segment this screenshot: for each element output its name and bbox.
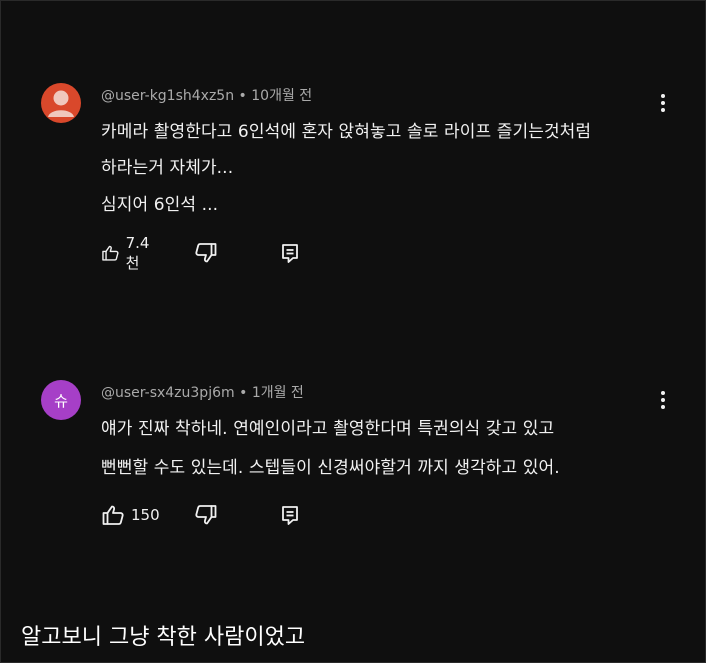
- like-count: 7.4천: [125, 233, 150, 272]
- like-button[interactable]: 150: [101, 501, 160, 529]
- commenter-avatar[interactable]: 슈: [41, 380, 81, 420]
- commenter-avatar[interactable]: [41, 83, 81, 123]
- more-vert-icon: [661, 391, 665, 409]
- comment-meta: @user-kg1sh4xz5n • 10개월 전: [101, 85, 312, 105]
- meta-separator: •: [238, 88, 247, 104]
- reply-icon: [282, 506, 298, 525]
- video-caption: 알고보니 그냥 착한 사람이었고: [21, 625, 306, 650]
- comment-menu-button[interactable]: [653, 388, 673, 412]
- thumb-up-icon: [102, 245, 119, 261]
- more-vert-icon: [661, 94, 665, 112]
- comment-time[interactable]: 10개월 전: [251, 88, 312, 104]
- dislike-button[interactable]: [194, 501, 218, 529]
- thumb-down-icon: [195, 505, 217, 525]
- comment-text-line: 하라는거 자체가...: [101, 158, 234, 178]
- meta-separator: •: [239, 385, 248, 401]
- comment-text-line: 카메라 촬영한다고 6인석에 혼자 앉혀놓고 솔로 라이프 즐기는것처럼: [101, 122, 592, 142]
- comment-meta: @user-sx4zu3pj6m • 1개월 전: [101, 382, 304, 402]
- comment-author[interactable]: @user-kg1sh4xz5n: [101, 88, 234, 104]
- thumb-down-icon: [195, 243, 217, 263]
- comment-time[interactable]: 1개월 전: [252, 385, 304, 401]
- avatar-letter: 슈: [54, 391, 68, 410]
- comment-text-line: 얘가 진짜 착하네. 연예인이라고 촬영한다며 특권의식 갖고 있고: [101, 419, 555, 439]
- reply-icon: [282, 244, 298, 263]
- thumb-up-icon: [102, 505, 124, 525]
- comment-text-line: 심지어 6인석 ...: [101, 195, 219, 215]
- comment-text-line: 뻔뻔할 수도 있는데. 스텝들이 신경써야할거 까지 생각하고 있어.: [101, 458, 560, 478]
- reply-button[interactable]: [279, 239, 301, 267]
- reply-button[interactable]: [279, 501, 301, 529]
- comment-menu-button[interactable]: [653, 91, 673, 115]
- comment-author[interactable]: @user-sx4zu3pj6m: [101, 385, 235, 401]
- video-frame: @user-kg1sh4xz5n • 10개월 전 카메라 촬영한다고 6인석에…: [0, 0, 706, 663]
- person-avatar-icon: [48, 90, 74, 117]
- like-button[interactable]: 7.4천: [101, 234, 155, 272]
- like-count: 150: [131, 506, 160, 524]
- dislike-button[interactable]: [194, 239, 218, 267]
